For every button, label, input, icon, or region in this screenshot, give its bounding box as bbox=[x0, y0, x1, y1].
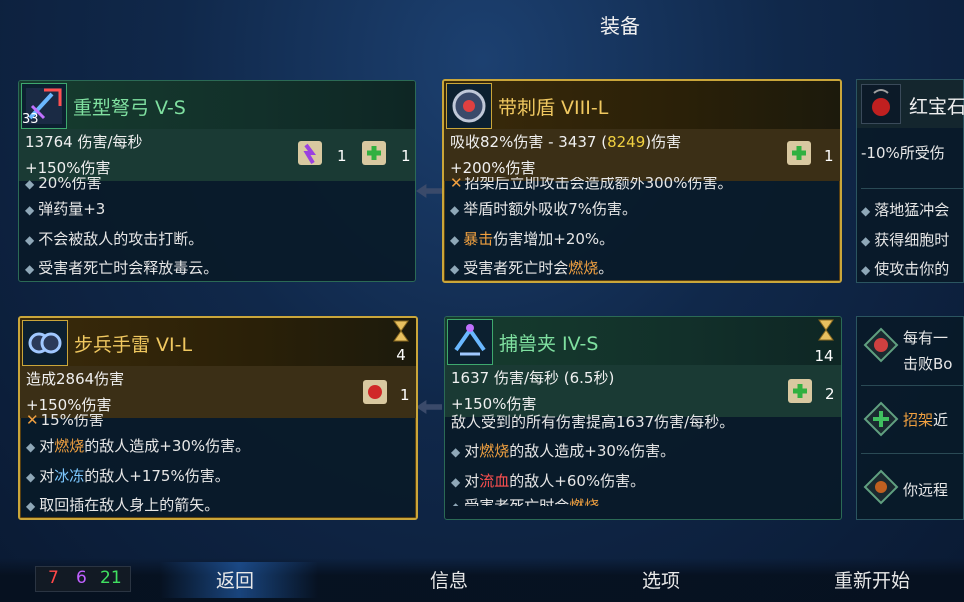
effect-line: ◆ 对燃烧的敌人造成+30%伤害。 bbox=[451, 442, 676, 460]
green-scroll-icon bbox=[784, 137, 814, 169]
item-damage-bonus: +200%伤害 bbox=[450, 159, 536, 177]
item-damage: 造成2864伤害 bbox=[26, 370, 125, 388]
effect-line: ✕ 15%伤害 bbox=[26, 414, 104, 429]
item-dps: 13764 伤害/每秒 bbox=[25, 133, 143, 151]
mutation-text: 招架近 bbox=[903, 411, 949, 429]
effect-line: ◆ 对流血的敌人+60%伤害。 bbox=[451, 471, 646, 490]
item-effects: ◆ 20%伤害 ◆ 弹药量+3 ◆ 不会被敌人的攻击打断。 ◆ 受害者死亡时会释放毒云。 bbox=[25, 177, 409, 281]
effect-line: ◆ 获得细胞时 bbox=[861, 230, 950, 249]
item-name: 步兵手雷 VI-L bbox=[74, 334, 193, 356]
item-name: 重型弩弓 V-S bbox=[73, 97, 186, 119]
bottom-nav-bar bbox=[0, 558, 964, 602]
purple-scroll-icon bbox=[295, 137, 325, 169]
bear-trap-icon bbox=[447, 319, 493, 365]
effect-line: ◆ 弹药量+3 bbox=[25, 200, 106, 218]
effect-line: 敌人受到的所有伤害提高1637伤害/每秒。 bbox=[451, 413, 735, 431]
item-damage-bonus: +150%伤害 bbox=[26, 396, 112, 414]
scroll-count: 2 bbox=[825, 385, 835, 403]
page-title: 装备 bbox=[600, 14, 640, 38]
nav-options-button[interactable]: 选项 bbox=[642, 566, 680, 593]
effect-line: ◆ 受害者死亡时会释放毒云。 bbox=[25, 259, 219, 277]
effect-line: ◆ 取回插在敌人身上的箭矢。 bbox=[26, 496, 220, 514]
red-scroll-icon bbox=[360, 376, 390, 408]
item-card-heavy-crossbow[interactable]: 33 重型弩弓 V-S 13764 伤害/每秒 +150%伤害 1 1 ◆ 20%… bbox=[18, 80, 416, 282]
mutation-list[interactable]: 每有一 击败Bo 招架近 你远程 bbox=[856, 316, 964, 520]
item-card-infantry-grenade[interactable]: 步兵手雷 VI-L 4 造成2864伤害 +150%伤害 1 ✕ 15%伤害 ◆ 对… bbox=[18, 316, 418, 520]
item-damage-bonus: +150%伤害 bbox=[25, 159, 111, 177]
parry-icon bbox=[863, 401, 899, 437]
nav-restart-button[interactable]: 重新开始 bbox=[834, 566, 910, 593]
item-effects: ◆ 落地猛冲会 ◆ 获得细胞时 ◆ 使攻击你的 bbox=[861, 196, 949, 285]
cooldown-timer: 14 bbox=[814, 347, 834, 365]
crossbow-icon: 33 bbox=[21, 83, 67, 129]
green-scroll-icon bbox=[785, 375, 815, 407]
scroll-stats: 7 6 21 bbox=[35, 566, 131, 592]
effect-line: ◆ 举盾时额外吸收7%伤害。 bbox=[450, 200, 638, 218]
divider bbox=[861, 385, 963, 386]
ranged-icon bbox=[863, 469, 899, 505]
item-name: 捕兽夹 IV-S bbox=[499, 333, 599, 355]
effect-line: ◆ 落地猛冲会 bbox=[861, 201, 950, 219]
shield-icon bbox=[446, 83, 492, 129]
nav-back-button[interactable]: 返回 bbox=[216, 566, 254, 593]
item-dps: 1637 伤害/每秒 (6.5秒) bbox=[451, 369, 615, 387]
mutation-text: 你远程 bbox=[903, 481, 949, 499]
item-damage-bonus: +150%伤害 bbox=[451, 395, 537, 413]
effect-line: ◆ 对燃烧的敌人造成+30%伤害。 bbox=[26, 437, 251, 455]
effect-line: ✕ 招架后立即攻击会造成额外300%伤害。 bbox=[450, 177, 733, 192]
vampire-icon bbox=[863, 327, 899, 363]
item-effects: ✕ 招架后立即攻击会造成额外300%伤害。 ◆ 举盾时额外吸收7%伤害。 ◆ 暴击伤害… bbox=[450, 177, 834, 281]
item-absorb: 吸收82%伤害 - 3437 (8249)伤害 bbox=[450, 133, 682, 151]
nav-info-button[interactable]: 信息 bbox=[430, 566, 468, 593]
effect-line: ◆ 不会被敌人的攻击打断。 bbox=[25, 229, 204, 248]
tactics-count: 6 bbox=[76, 568, 87, 588]
item-level-count: 33 bbox=[22, 112, 39, 127]
brutality-count: 7 bbox=[48, 568, 59, 588]
effect-line: ◆ 暴击伤害增加+20%。 bbox=[450, 229, 615, 248]
item-card-ruby[interactable]: 红宝石 -10%所受伤 ◆ 落地猛冲会 ◆ 获得细胞时 ◆ 使攻击你的 bbox=[856, 79, 964, 283]
ruby-amulet-icon bbox=[861, 84, 901, 124]
effect-line: ◆ 使攻击你的 bbox=[861, 260, 950, 278]
item-effects: 敌人受到的所有伤害提高1637伤害/每秒。 ◆ 对燃烧的敌人造成+30%伤害。 ◆… bbox=[451, 413, 835, 506]
item-name: 红宝石 bbox=[909, 96, 964, 118]
divider bbox=[861, 453, 963, 454]
hourglass-icon bbox=[392, 320, 410, 342]
scroll-count: 1 bbox=[337, 147, 347, 165]
green-scroll-icon bbox=[359, 137, 389, 169]
mutation-text: 每有一 击败Bo bbox=[903, 329, 953, 373]
divider bbox=[861, 188, 963, 189]
item-card-spiked-shield[interactable]: 带刺盾 VIII-L 吸收82%伤害 - 3437 (8249)伤害 +200%… bbox=[442, 79, 842, 283]
effect-line: ◆ 对冰冻的敌人+175%伤害。 bbox=[26, 466, 230, 485]
item-effects: ✕ 15%伤害 ◆ 对燃烧的敌人造成+30%伤害。 ◆ 对冰冻的敌人+175%伤害。 … bbox=[26, 414, 410, 518]
item-card-bear-trap[interactable]: 捕兽夹 IV-S 14 1637 伤害/每秒 (6.5秒) +150%伤害 2 … bbox=[444, 316, 842, 520]
grenade-icon bbox=[22, 320, 68, 366]
effect-line: ◆ 受害者死亡时会燃烧。 bbox=[450, 259, 614, 277]
scroll-count: 1 bbox=[824, 147, 834, 165]
effect-line: ◆受害者死亡时会燃烧 bbox=[451, 497, 600, 506]
scroll-count: 1 bbox=[400, 386, 410, 404]
survival-count: 21 bbox=[100, 568, 122, 588]
effect-line: ◆ 20%伤害 bbox=[25, 177, 102, 192]
item-stat: -10%所受伤 bbox=[861, 144, 945, 162]
item-name: 带刺盾 VIII-L bbox=[498, 97, 609, 119]
cooldown-timer: 4 bbox=[396, 346, 406, 364]
scroll-count: 1 bbox=[401, 147, 411, 165]
hourglass-icon bbox=[817, 319, 835, 341]
